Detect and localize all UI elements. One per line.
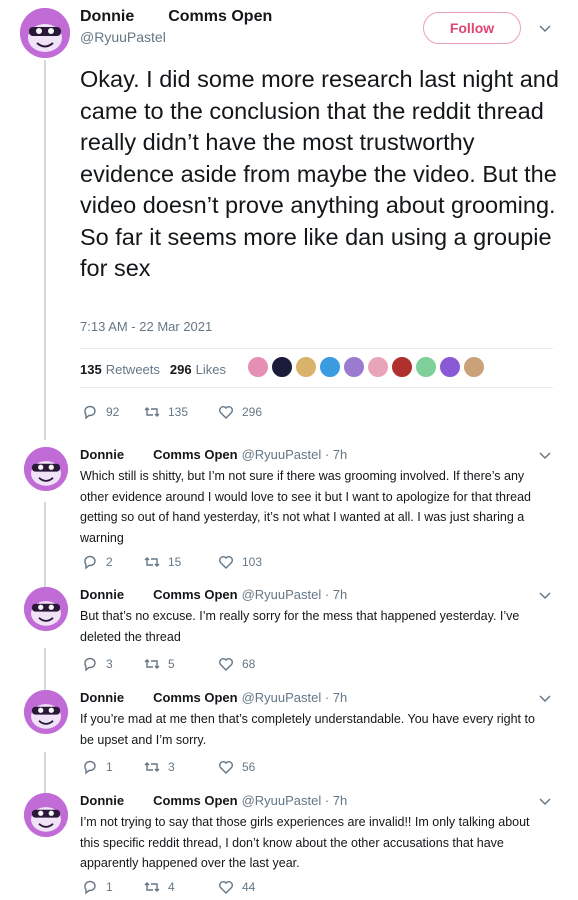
reply-actions: 1 4 44 [82,879,255,895]
reply-author: Donnie Comms Open @RyuuPastel · 7h [80,447,347,462]
liker-avatar[interactable] [463,356,485,378]
retweet-button[interactable]: 4 [144,879,208,895]
display-name[interactable]: Donnie Comms Open [80,8,272,26]
tweet-text: Okay. I did some more research last nigh… [80,66,559,281]
reply-author: Donnie Comms Open @RyuuPastel · 7h [80,793,347,808]
reply-text: Which still is shitty, but I’m not sure … [80,469,531,545]
avatar[interactable] [20,8,70,58]
like-button[interactable]: 296 [218,404,262,420]
tweet-author: Donnie Comms Open @RyuuPastel [80,8,272,45]
liker-avatar[interactable] [247,356,269,378]
chevron-down-icon[interactable] [538,589,552,603]
display-name[interactable]: Donnie Comms Open [80,793,238,808]
reply-button[interactable]: 1 [82,759,134,775]
reply-icon [84,405,96,420]
retweet-button[interactable]: 135 [144,404,208,420]
reply-handle-time[interactable]: @RyuuPastel · 7h [242,690,348,705]
liker-avatar[interactable] [343,356,365,378]
liker-avatar[interactable] [439,356,461,378]
thread-connector [44,60,46,440]
reply-text: I’m not trying to say that those girls e… [80,815,530,870]
chevron-down-icon[interactable] [538,795,552,809]
reply-button[interactable]: 1 [82,879,134,895]
reply-author: Donnie Comms Open @RyuuPastel · 7h [80,690,347,705]
follow-button[interactable]: Follow [423,12,521,44]
chevron-down-icon[interactable] [538,692,552,706]
avatar[interactable] [24,793,68,837]
like-button[interactable]: 44 [218,879,255,895]
avatar[interactable] [24,690,68,734]
reply-actions: 2 15 103 [82,554,262,570]
reply-button[interactable]: 92 [82,404,134,420]
liker-avatar[interactable] [415,356,437,378]
heart-icon [219,881,233,894]
display-name[interactable]: Donnie Comms Open [80,690,238,705]
chevron-down-icon[interactable] [538,22,552,36]
reply-handle-time[interactable]: @RyuuPastel · 7h [242,447,348,462]
retweet-button[interactable]: 3 [144,759,208,775]
heart-icon [219,406,233,419]
reply-handle-time[interactable]: @RyuuPastel · 7h [242,793,348,808]
retweet-button[interactable]: 5 [144,656,208,672]
reply-text: If you’re mad at me then that’s complete… [80,712,535,747]
reply-button[interactable]: 3 [82,656,134,672]
tweet-actions: 92 135 296 [82,404,262,420]
reply-icon [84,555,96,570]
retweet-icon [144,882,160,892]
reply-handle-time[interactable]: @RyuuPastel · 7h [242,587,348,602]
like-button[interactable]: 56 [218,759,255,775]
retweet-icon [144,407,160,417]
reply-icon [84,760,96,775]
display-name[interactable]: Donnie Comms Open [80,447,238,462]
retweets-stat[interactable]: 135 Retweets [80,362,160,377]
chevron-down-icon[interactable] [538,449,552,463]
reply-icon [84,880,96,895]
retweet-icon [144,762,160,772]
reply-text: But that’s no excuse. I’m really sorry f… [80,609,520,644]
thread-connector [44,648,46,690]
likes-stat[interactable]: 296 Likes [170,362,226,377]
avatar[interactable] [24,447,68,491]
retweet-button[interactable]: 15 [144,554,208,570]
liker-avatars [247,356,487,378]
display-name[interactable]: Donnie Comms Open [80,587,238,602]
thread-connector [44,752,46,794]
liker-avatar[interactable] [319,356,341,378]
thread-connector [44,502,46,588]
reply-button[interactable]: 2 [82,554,134,570]
reply-actions: 3 5 68 [82,656,255,672]
reply-icon [84,657,96,672]
tweet-timestamp[interactable]: 7:13 AM - 22 Mar 2021 [80,319,212,334]
retweet-icon [144,557,160,567]
liker-avatar[interactable] [295,356,317,378]
divider [80,348,553,349]
retweet-icon [144,659,160,669]
liker-avatar[interactable] [271,356,293,378]
heart-icon [219,556,233,569]
tweet-stats: 135 Retweets 296 Likes [80,362,236,377]
like-button[interactable]: 103 [218,554,262,570]
divider [80,387,553,388]
heart-icon [219,658,233,671]
reply-actions: 1 3 56 [82,759,255,775]
liker-avatar[interactable] [367,356,389,378]
avatar[interactable] [24,587,68,631]
like-button[interactable]: 68 [218,656,255,672]
heart-icon [219,761,233,774]
user-handle[interactable]: @RyuuPastel [80,29,272,45]
liker-avatar[interactable] [391,356,413,378]
reply-author: Donnie Comms Open @RyuuPastel · 7h [80,587,347,602]
